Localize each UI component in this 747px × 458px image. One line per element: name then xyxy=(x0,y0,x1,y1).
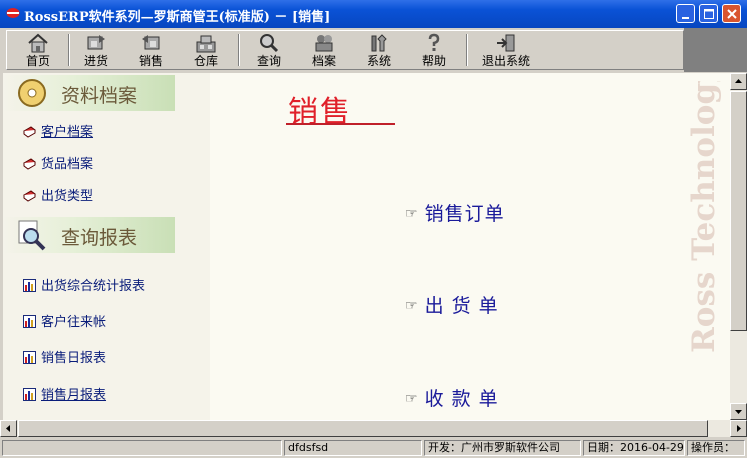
book-icon xyxy=(23,126,36,138)
toolbar-help-button[interactable]: 帮助 xyxy=(408,30,460,70)
sidebar-item-label: 货品档案 xyxy=(41,157,94,172)
app-logo-icon xyxy=(6,8,20,18)
sidebar-item-product-profile[interactable]: 货品档案 xyxy=(23,153,93,172)
sidebar-item-shipment-type[interactable]: 出货类型 xyxy=(23,185,93,204)
toolbar-home-label: 首页 xyxy=(25,54,50,68)
section-header-reports: 查询报表 xyxy=(3,217,175,253)
close-button[interactable] xyxy=(722,4,741,23)
close-icon xyxy=(727,9,737,19)
toolbar-system-label: 系统 xyxy=(366,54,391,68)
title-underline xyxy=(286,123,395,125)
watermark: Ross Technology xyxy=(686,81,722,353)
tools-icon xyxy=(371,34,387,52)
pointing-hand-icon: ☞ xyxy=(405,298,419,314)
scroll-left-button[interactable] xyxy=(0,420,17,437)
toolbar-warehouse-label: 仓库 xyxy=(193,54,218,68)
toolbar-system-button[interactable]: 系统 xyxy=(353,30,405,70)
section-title-profiles: 资料档案 xyxy=(61,85,138,107)
magnifier-icon xyxy=(18,220,46,251)
horizontal-scrollbar[interactable] xyxy=(0,420,747,437)
action-label: 出 货 单 xyxy=(424,295,499,317)
toolbar-purchase-button[interactable]: 进货 xyxy=(70,30,122,70)
sales-icon xyxy=(142,35,160,50)
shipment-order-link[interactable]: ☞ 出 货 单 xyxy=(405,291,499,318)
toolbar-sales-button[interactable]: 销售 xyxy=(125,30,177,70)
book-icon xyxy=(23,190,36,202)
pointing-hand-icon: ☞ xyxy=(405,206,419,222)
main-content: 销售 ☞ 销售订单 ☞ 出 货 单 ☞ 收 款 单 Ross Technology xyxy=(210,73,730,420)
maximize-icon xyxy=(704,9,714,19)
scroll-down-button[interactable] xyxy=(730,403,747,420)
sidebar-item-label: 客户档案 xyxy=(41,125,94,140)
toolbar-help-label: 帮助 xyxy=(421,54,446,68)
sidebar-item-label: 销售月报表 xyxy=(41,388,107,403)
window-title: RossERP软件系列—罗斯商管王(标准版) － [销售] xyxy=(24,10,331,25)
sidebar-item-shipment-summary-report[interactable]: 出货综合统计报表 xyxy=(23,275,145,294)
arrow-up-icon xyxy=(735,79,742,83)
toolbar-exit-label: 退出系统 xyxy=(481,54,530,68)
report-icon xyxy=(23,351,36,364)
arrow-right-icon xyxy=(737,425,741,432)
book-icon xyxy=(23,158,36,170)
purchase-icon xyxy=(87,35,105,50)
archive-icon xyxy=(315,35,333,52)
vertical-scroll-thumb[interactable] xyxy=(730,91,747,331)
minimize-button[interactable] xyxy=(676,4,695,23)
status-user: dfdsfsd xyxy=(284,440,422,456)
report-icon xyxy=(23,388,36,401)
toolbar-empty-area xyxy=(684,28,747,72)
minimize-icon xyxy=(682,17,689,19)
section-header-profiles: 资料档案 xyxy=(3,75,175,111)
status-date: 日期：2016-04-29 xyxy=(583,440,685,456)
sales-order-link[interactable]: ☞ 销售订单 xyxy=(405,199,505,226)
help-icon xyxy=(428,33,440,51)
scroll-right-button[interactable] xyxy=(730,420,747,437)
sidebar-item-label: 销售日报表 xyxy=(41,351,107,366)
report-icon xyxy=(23,315,36,328)
sidebar-item-label: 出货类型 xyxy=(41,189,94,204)
toolbar: 首页 进货 销售 仓库 查询 档案 系统 帮助 退出系统 xyxy=(0,28,747,72)
horizontal-scroll-thumb[interactable] xyxy=(18,420,708,437)
action-label: 销售订单 xyxy=(424,203,505,225)
sidebar-item-label: 出货综合统计报表 xyxy=(41,279,146,294)
report-icon xyxy=(23,279,36,292)
toolbar-purchase-label: 进货 xyxy=(83,54,108,68)
home-icon xyxy=(28,33,48,53)
vertical-scrollbar[interactable] xyxy=(730,73,747,420)
sidebar-item-label: 客户往来帐 xyxy=(41,315,107,330)
toolbar-exit-button[interactable]: 退出系统 xyxy=(475,30,537,70)
sidebar-item-customer-profile[interactable]: 客户档案 xyxy=(23,121,93,140)
warehouse-icon xyxy=(196,35,216,53)
status-cell-empty xyxy=(2,440,282,456)
toolbar-archive-label: 档案 xyxy=(311,54,336,68)
sidebar: 资料档案 客户档案 货品档案 出货类型 查询报表 出货综合统计报表 客户往来帐 … xyxy=(3,73,210,420)
title-bar: RossERP软件系列—罗斯商管王(标准版) － [销售] xyxy=(0,0,747,28)
toolbar-archive-button[interactable]: 档案 xyxy=(298,30,350,70)
sidebar-item-customer-account[interactable]: 客户往来帐 xyxy=(23,311,106,330)
scroll-up-button[interactable] xyxy=(730,73,747,90)
search-icon xyxy=(260,34,279,53)
pointing-hand-icon: ☞ xyxy=(405,391,419,407)
status-operator: 操作员： xyxy=(687,440,745,456)
arrow-down-icon xyxy=(735,410,742,414)
toolbar-sales-label: 销售 xyxy=(138,54,163,68)
maximize-button[interactable] xyxy=(699,4,718,23)
exit-icon xyxy=(497,34,515,52)
toolbar-separator xyxy=(466,34,468,66)
toolbar-warehouse-button[interactable]: 仓库 xyxy=(180,30,232,70)
section-title-reports: 查询报表 xyxy=(61,227,138,249)
toolbar-separator xyxy=(238,34,240,66)
cd-icon xyxy=(18,79,46,107)
sidebar-item-monthly-sales-report[interactable]: 销售月报表 xyxy=(23,384,106,403)
action-label: 收 款 单 xyxy=(424,388,499,410)
toolbar-query-button[interactable]: 查询 xyxy=(243,30,295,70)
status-bar: dfdsfsd 开发：广州市罗斯软件公司 日期：2016-04-29 操作员： xyxy=(0,438,747,458)
sidebar-item-daily-sales-report[interactable]: 销售日报表 xyxy=(23,347,106,366)
receipt-order-link[interactable]: ☞ 收 款 单 xyxy=(405,384,499,411)
toolbar-home-button[interactable]: 首页 xyxy=(12,30,64,70)
toolbar-query-label: 查询 xyxy=(256,54,281,68)
watermark-text: Ross Technology xyxy=(686,81,722,353)
status-developer: 开发：广州市罗斯软件公司 xyxy=(424,440,581,456)
arrow-left-icon xyxy=(6,425,10,432)
